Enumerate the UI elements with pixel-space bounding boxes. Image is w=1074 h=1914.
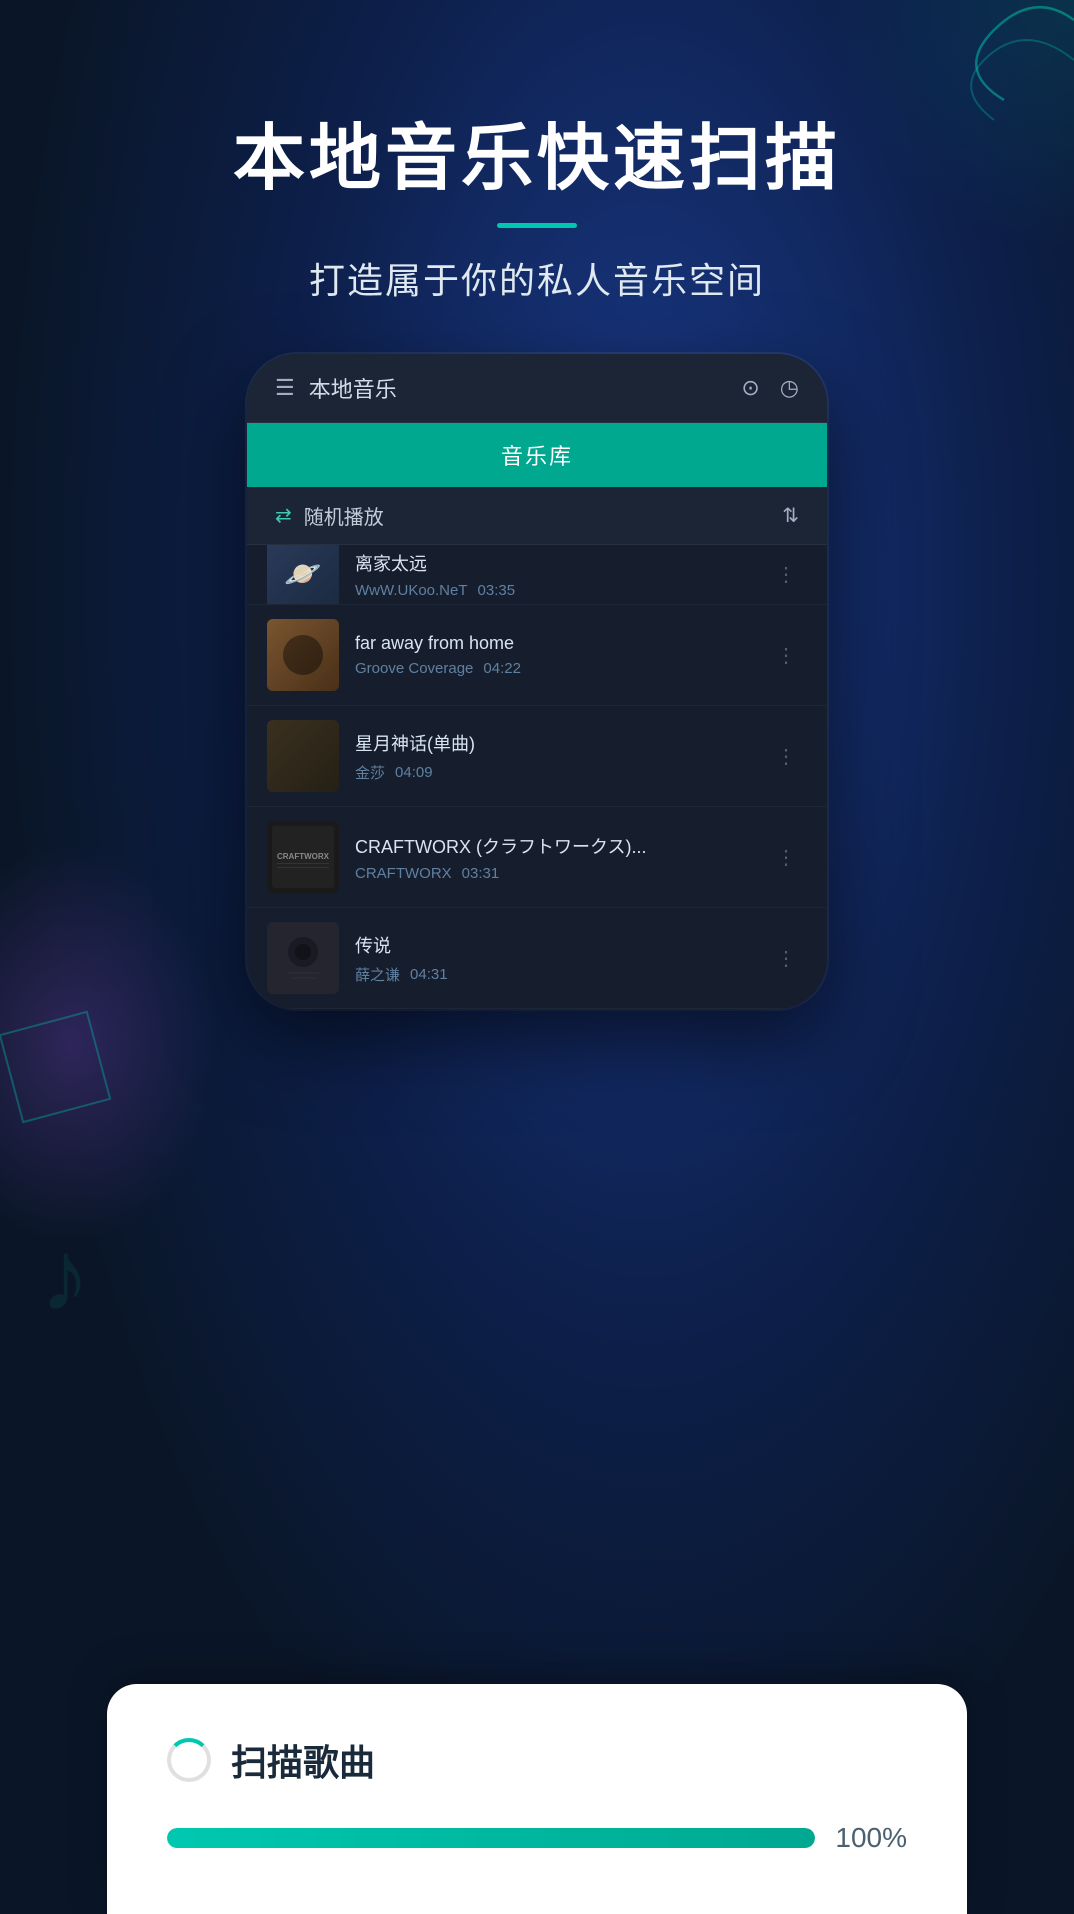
svg-text:CRAFTWORX: CRAFTWORX [277,852,330,861]
song-item[interactable]: CRAFTWORX CRAFTWORX (クラフトワークス)... CRAFTW… [247,807,827,908]
more-icon[interactable]: ⋮ [766,936,807,981]
song-info: 星月神话(单曲) 金莎 04:09 [355,730,766,783]
song-title: 星月神话(单曲) [355,730,766,756]
song-info: 传说 薛之谦 04:31 [355,932,766,985]
song-info: CRAFTWORX (クラフトワークス)... CRAFTWORX 03:31 [355,833,766,882]
shuffle-left: ⇄ 随机播放 [275,501,384,530]
song-artist: 薛之谦 [355,964,400,985]
song-item[interactable]: 离家太远 WwW.UKoo.NeT 03:35 ⋮ [247,545,827,605]
song-duration: 04:09 [395,764,433,781]
topbar-icons: ⊙ ◷ [741,375,799,401]
song-duration: 04:31 [410,966,448,983]
song-list: 离家太远 WwW.UKoo.NeT 03:35 ⋮ far away from [247,545,827,1009]
album-art [267,720,339,792]
page-content: 本地音乐快速扫描 打造属于你的私人音乐空间 ☰ 本地音乐 ⊙ ◷ 音乐库 [0,0,1074,1914]
song-meta: 薛之谦 04:31 [355,964,766,985]
phone-wrapper: ☰ 本地音乐 ⊙ ◷ 音乐库 ⇄ 随机播放 ⇅ [247,354,827,1009]
song-title: 离家太远 [355,550,766,576]
song-title: far away from home [355,633,766,654]
song-duration: 03:35 [478,582,516,599]
song-duration: 03:31 [462,865,500,882]
album-art [267,619,339,691]
more-icon[interactable]: ⋮ [766,552,807,597]
song-meta: CRAFTWORX 03:31 [355,865,766,882]
shuffle-text: 随机播放 [304,501,384,530]
song-artist: CRAFTWORX [355,865,452,882]
song-info: far away from home Groove Coverage 04:22 [355,633,766,677]
song-artist: WwW.UKoo.NeT [355,582,468,599]
topbar-title: 本地音乐 [309,372,397,404]
phone-mockup: ☰ 本地音乐 ⊙ ◷ 音乐库 ⇄ 随机播放 ⇅ [247,354,827,1009]
song-title: CRAFTWORX (クラフトワークス)... [355,833,766,859]
hero-title: 本地音乐快速扫描 [233,120,841,199]
phone-topbar: ☰ 本地音乐 ⊙ ◷ [247,354,827,423]
more-icon[interactable]: ⋮ [766,633,807,678]
hero-subtitle: 打造属于你的私人音乐空间 [233,252,841,304]
song-meta: 金莎 04:09 [355,762,766,783]
album-art [267,545,339,605]
hero-section: 本地音乐快速扫描 打造属于你的私人音乐空间 [193,120,881,304]
menu-icon[interactable]: ☰ [275,375,295,401]
topbar-left: ☰ 本地音乐 [275,372,397,404]
shuffle-icon[interactable]: ⇄ [275,503,292,528]
song-title: 传说 [355,932,766,958]
timer-icon[interactable]: ◷ [780,375,799,401]
song-meta: WwW.UKoo.NeT 03:35 [355,582,766,599]
song-artist: Groove Coverage [355,660,473,677]
song-item[interactable]: 传说 薛之谦 04:31 ⋮ [247,908,827,1009]
song-info: 离家太远 WwW.UKoo.NeT 03:35 [355,550,766,599]
album-art: CRAFTWORX [267,821,339,893]
shuffle-bar: ⇄ 随机播放 ⇅ [247,487,827,545]
song-item[interactable]: far away from home Groove Coverage 04:22… [247,605,827,706]
song-meta: Groove Coverage 04:22 [355,660,766,677]
search-icon[interactable]: ⊙ [741,375,759,401]
sort-icon[interactable]: ⇅ [782,503,799,528]
song-artist: 金莎 [355,762,385,783]
song-item[interactable]: 星月神话(单曲) 金莎 04:09 ⋮ [247,706,827,807]
music-library-tab[interactable]: 音乐库 [247,423,827,487]
song-duration: 04:22 [483,660,521,677]
more-icon[interactable]: ⋮ [766,734,807,779]
more-icon[interactable]: ⋮ [766,835,807,880]
hero-divider [497,223,577,228]
album-art [267,922,339,994]
